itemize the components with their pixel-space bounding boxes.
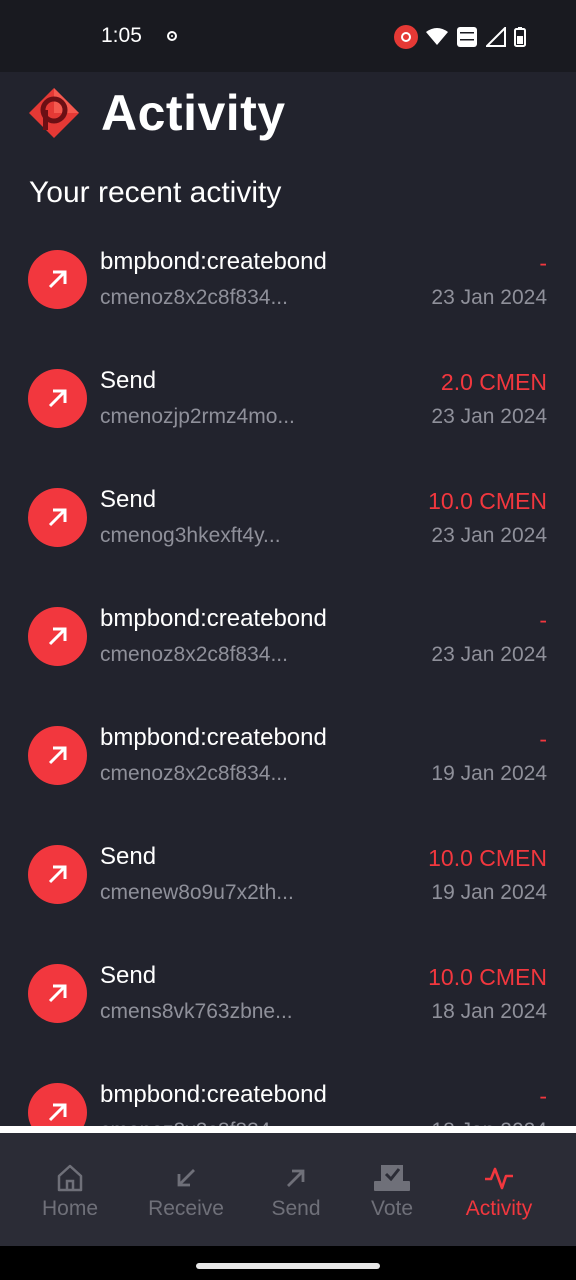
nav-vote-label: Vote xyxy=(370,1197,414,1220)
nav-vote[interactable]: Vote xyxy=(352,1133,432,1246)
screen-record-icon xyxy=(394,25,418,49)
activity-type: Send xyxy=(100,486,157,513)
nav-receive-label: Receive xyxy=(148,1197,224,1220)
activity-address: cmens8vk763zbne... xyxy=(100,1000,293,1023)
nav-divider xyxy=(0,1126,576,1133)
bottom-nav: Home Receive Send Vote Activity xyxy=(0,1133,576,1246)
outgoing-arrow-icon xyxy=(28,488,87,547)
activity-type: Send xyxy=(100,843,157,870)
wifi-icon xyxy=(426,28,448,45)
activity-row[interactable]: bmpbond:createbond cmenoz8x2c8f834... - … xyxy=(0,577,576,696)
activity-row[interactable]: Send cmenozjp2rmz4mo... 2.0 CMEN 23 Jan … xyxy=(0,339,576,458)
activity-address: cmenozjp2rmz4mo... xyxy=(100,405,295,428)
nav-send[interactable]: Send xyxy=(255,1133,337,1246)
battery-icon xyxy=(514,27,526,47)
gesture-bar xyxy=(0,1246,576,1280)
nav-receive[interactable]: Receive xyxy=(135,1133,237,1246)
activity-row[interactable]: bmpbond:createbond cmenoz8x2c8f834... - … xyxy=(0,220,576,339)
activity-date: 18 Jan 2024 xyxy=(431,1000,547,1023)
activity-pulse-icon xyxy=(485,1167,513,1190)
activity-amount: 2.0 CMEN xyxy=(440,369,547,395)
activity-row[interactable]: bmpbond:createbond cmenoz8x2c8f834... - … xyxy=(0,696,576,815)
activity-type: bmpbond:createbond xyxy=(100,1081,327,1108)
activity-amount: - xyxy=(539,250,547,276)
activity-address: cmenoz8x2c8f834... xyxy=(100,643,288,666)
activity-amount: - xyxy=(539,726,547,752)
nav-send-label: Send xyxy=(271,1197,321,1220)
nav-activity-label: Activity xyxy=(465,1197,533,1220)
activity-date: 19 Jan 2024 xyxy=(431,762,547,785)
activity-type: Send xyxy=(100,962,157,989)
activity-address: cmenoz8x2c8f834... xyxy=(100,286,288,309)
outgoing-arrow-icon xyxy=(28,845,87,904)
activity-row[interactable]: Send cmenew8o9u7x2th... 10.0 CMEN 19 Jan… xyxy=(0,815,576,934)
status-bar: 1:05 xyxy=(0,0,576,72)
activity-row[interactable]: bmpbond:createbond cmenoz8x2c8f834... - … xyxy=(0,1053,576,1128)
send-arrow-icon xyxy=(287,1169,305,1187)
home-gesture-handle[interactable] xyxy=(196,1263,380,1269)
activity-date: 19 Jan 2024 xyxy=(431,881,547,904)
activity-date: 23 Jan 2024 xyxy=(431,286,547,309)
activity-address: cmenoz8x2c8f834... xyxy=(100,762,288,785)
vote-box-icon xyxy=(374,1165,410,1191)
activity-type: bmpbond:createbond xyxy=(100,724,327,751)
activity-date: 23 Jan 2024 xyxy=(431,643,547,666)
activity-list[interactable]: bmpbond:createbond cmenoz8x2c8f834... - … xyxy=(0,220,576,1128)
outgoing-arrow-icon xyxy=(28,369,87,428)
page-title: Activity xyxy=(101,85,286,141)
nav-home-label: Home xyxy=(41,1197,99,1220)
activity-date: 23 Jan 2024 xyxy=(431,524,547,547)
signal-icon xyxy=(486,27,506,47)
activity-type: Send xyxy=(100,367,157,394)
status-icons xyxy=(394,24,526,50)
activity-address: cmenog3hkexft4y... xyxy=(100,524,281,547)
section-subtitle: Your recent activity xyxy=(29,176,282,209)
activity-amount: 10.0 CMEN xyxy=(428,488,547,514)
nav-home[interactable]: Home xyxy=(20,1133,120,1246)
outgoing-arrow-icon xyxy=(28,726,87,785)
status-time: 1:05 xyxy=(101,24,142,47)
outgoing-arrow-icon xyxy=(28,607,87,666)
activity-amount: - xyxy=(539,607,547,633)
activity-date: 23 Jan 2024 xyxy=(431,405,547,428)
outgoing-arrow-icon xyxy=(28,964,87,1023)
header: Activity xyxy=(0,72,576,168)
activity-address: cmenew8o9u7x2th... xyxy=(100,881,294,904)
activity-amount: 10.0 CMEN xyxy=(428,964,547,990)
activity-type: bmpbond:createbond xyxy=(100,605,327,632)
activity-amount: - xyxy=(539,1083,547,1109)
activity-amount: 10.0 CMEN xyxy=(428,845,547,871)
app-logo-icon xyxy=(29,88,79,138)
activity-row[interactable]: Send cmenog3hkexft4y... 10.0 CMEN 23 Jan… xyxy=(0,458,576,577)
vowifi-icon xyxy=(457,27,477,47)
nav-activity[interactable]: Activity xyxy=(452,1133,546,1246)
activity-row[interactable]: Send cmens8vk763zbne... 10.0 CMEN 18 Jan… xyxy=(0,934,576,1053)
activity-type: bmpbond:createbond xyxy=(100,248,327,275)
home-icon xyxy=(57,1164,83,1192)
receive-arrow-icon xyxy=(177,1169,195,1187)
outgoing-arrow-icon xyxy=(28,1083,87,1128)
outgoing-arrow-icon xyxy=(28,250,87,309)
location-icon xyxy=(167,31,177,41)
